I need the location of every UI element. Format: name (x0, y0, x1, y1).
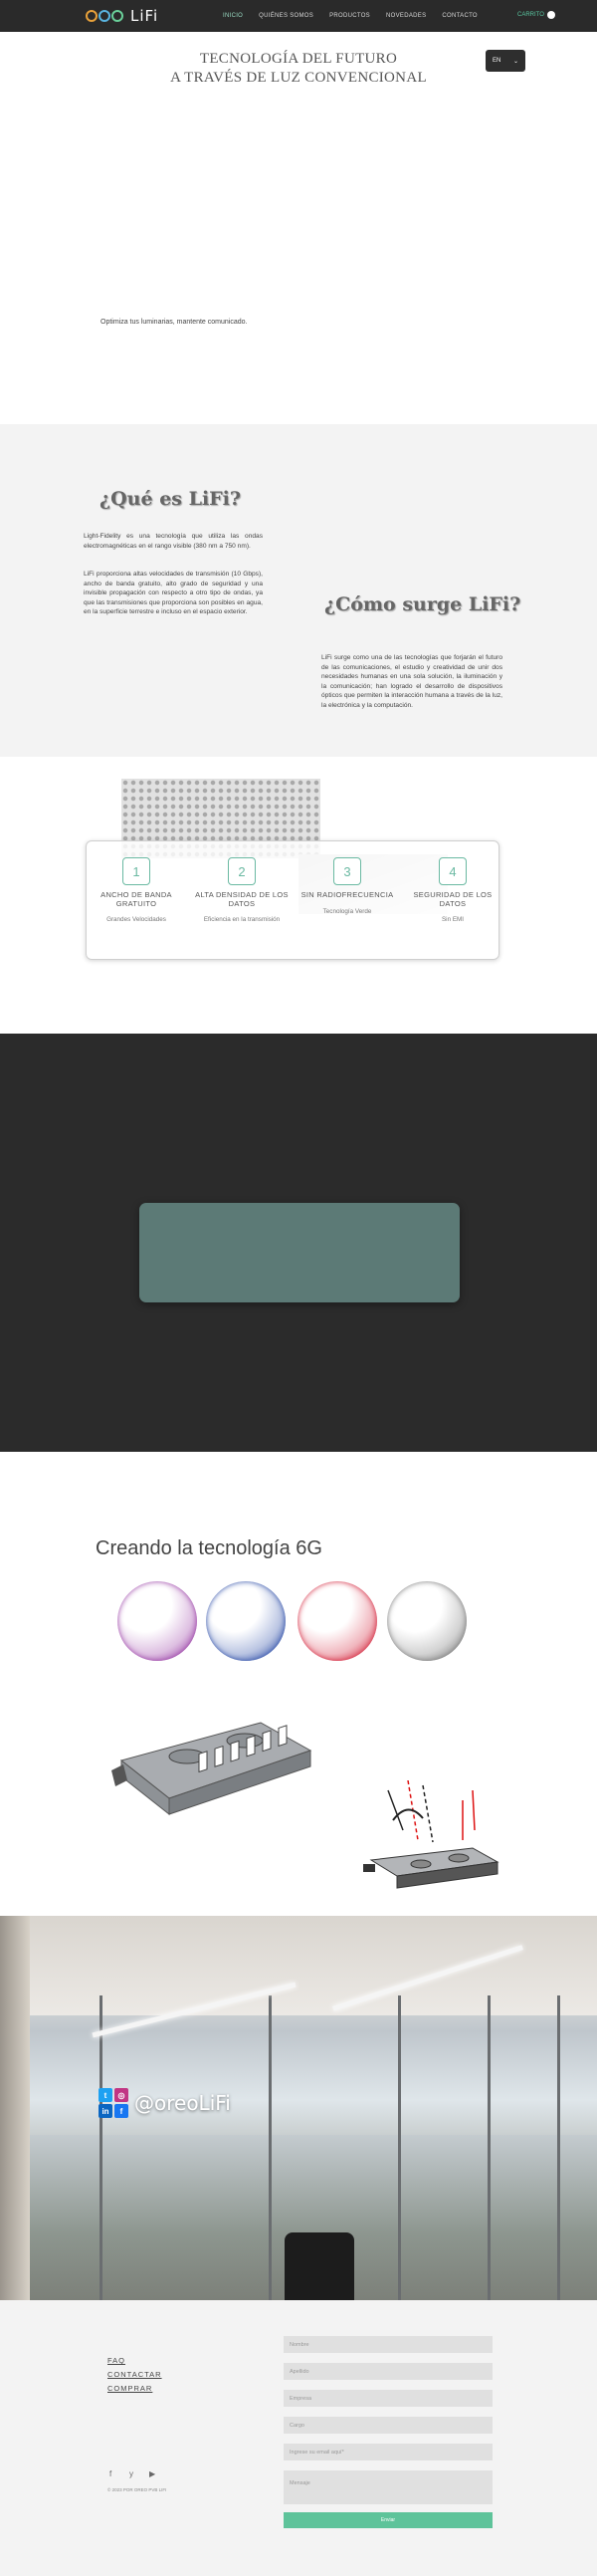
language-selected: EN (493, 58, 501, 64)
language-selector[interactable]: EN ⌄ (486, 50, 525, 72)
window-frame (269, 1995, 272, 2300)
cart-badge-icon (546, 11, 555, 19)
what-paragraph-2: LiFi proporciona altas velocidades de tr… (84, 571, 263, 616)
logo-text: LiFi (130, 7, 159, 25)
feature-desc: Sin EMI (441, 916, 465, 923)
window-frame (557, 1995, 560, 2300)
red-sphere-image (298, 1581, 377, 1661)
hero-subtitle: Optimiza tus luminarias, mantente comuni… (100, 319, 248, 326)
sixg-title: Creando la tecnología 6G (96, 1537, 322, 1559)
logo[interactable]: LiFi (86, 6, 158, 26)
blue-sphere-image (206, 1581, 286, 1661)
feature-number-badge: 2 (228, 857, 256, 885)
window-frame (488, 1995, 491, 2300)
what-paragraph-1: Light-Fidelity es una tecnología que uti… (84, 533, 263, 550)
how-heading: ¿Cómo surge LiFi? (324, 593, 521, 615)
apellido-field[interactable] (284, 2363, 493, 2380)
site-header: LiFi INICIO QUIÉNES SOMOS PRODUCTOS NOVE… (0, 0, 597, 32)
features-card: 1 ANCHO DE BANDA GRATUITO Grandes Veloci… (86, 840, 499, 960)
feature-item: 2 ALTA DENSIDAD DE LOS DATOS Eficiencia … (192, 857, 292, 923)
nav-item-novedades[interactable]: NOVEDADES (386, 13, 426, 19)
chevron-down-icon: ⌄ (512, 58, 518, 65)
twitter-icon[interactable]: t (99, 2088, 112, 2102)
facebook-icon[interactable]: f (114, 2104, 128, 2118)
instagram-icon[interactable]: ◎ (114, 2088, 128, 2102)
office-chair (285, 2232, 354, 2300)
feature-number-badge: 1 (122, 857, 150, 885)
feature-number-badge: 4 (439, 857, 467, 885)
how-paragraph: LiFi surge como una de las tecnologías q… (321, 654, 502, 709)
feature-number-badge: 3 (333, 857, 361, 885)
features-section: 1 ANCHO DE BANDA GRATUITO Grandes Veloci… (0, 757, 597, 1034)
social-handle: @oreoLiFi (134, 2091, 231, 2115)
nav-item-inicio[interactable]: INICIO (223, 13, 243, 19)
youtube-icon[interactable]: ▶ (149, 2469, 155, 2478)
hero-section: TECNOLOGÍA DEL FUTURO A TRAVÉS DE LUZ CO… (0, 32, 597, 424)
mensaje-field[interactable] (284, 2470, 493, 2504)
facebook-icon[interactable]: f (109, 2469, 111, 2478)
office-photo: t ◎ in f @oreoLiFi (0, 1916, 597, 2300)
hero-title-line1: TECNOLOGÍA DEL FUTURO (199, 51, 398, 67)
sixg-section: Creando la tecnología 6G (0, 1452, 597, 1916)
footer-link-faq[interactable]: FAQ (107, 2356, 125, 2365)
feature-item: 1 ANCHO DE BANDA GRATUITO Grandes Veloci… (87, 857, 186, 923)
hero-title-line2: A TRAVÉS DE LUZ CONVENCIONAL (170, 70, 427, 86)
silver-sphere-image (387, 1581, 467, 1661)
feature-title: ALTA DENSIDAD DE LOS DATOS (195, 890, 289, 908)
what-heading: ¿Qué es LiFi? (100, 488, 242, 510)
feature-desc: Tecnología Verde (322, 907, 372, 915)
logo-ring-icon (86, 10, 98, 22)
window-frame (398, 1995, 401, 2300)
nav-item-quienes-somos[interactable]: QUIÉNES SOMOS (259, 13, 313, 19)
feature-desc: Eficiencia en la transmisión (203, 916, 281, 923)
main-nav: INICIO QUIÉNES SOMOS PRODUCTOS NOVEDADES… (223, 0, 494, 32)
cart-label: CARRITO (517, 12, 544, 18)
teal-panel (139, 1203, 460, 1302)
email-field[interactable] (284, 2444, 493, 2460)
twitter-icon[interactable]: y (129, 2469, 133, 2478)
dark-section (0, 1034, 597, 1452)
linkedin-icon[interactable]: in (99, 2104, 112, 2118)
site-footer: FAQ CONTACTAR COMPRAR f y ▶ © 2023 POR O… (0, 2300, 597, 2576)
footer-link-contactar[interactable]: CONTACTAR (107, 2370, 162, 2379)
footer-link-comprar[interactable]: COMPRAR (107, 2384, 152, 2393)
cargo-field[interactable] (284, 2417, 493, 2434)
purple-sphere-image (117, 1581, 197, 1661)
hero-title: TECNOLOGÍA DEL FUTURO A TRAVÉS DE LUZ CO… (100, 50, 498, 88)
nav-item-contacto[interactable]: CONTACTO (442, 13, 478, 19)
feature-title: SEGURIDAD DE LOS DATOS (413, 890, 493, 908)
lifi-dongle-image (111, 1722, 312, 1816)
window-frame (100, 1995, 102, 2300)
what-is-lifi-section: ¿Qué es LiFi? Light-Fidelity es una tecn… (0, 424, 597, 757)
empresa-field[interactable] (284, 2390, 493, 2407)
feature-title: SIN RADIOFRECUENCIA (300, 890, 394, 899)
feature-title: ANCHO DE BANDA GRATUITO (100, 890, 172, 908)
feature-desc: Grandes Velocidades (106, 916, 166, 923)
logo-ring-icon (111, 10, 123, 22)
nombre-field[interactable] (284, 2336, 493, 2353)
lifi-signal-diagram (363, 1780, 499, 1889)
social-handle-block: t ◎ in f @oreoLiFi (98, 2087, 231, 2119)
nav-item-productos[interactable]: PRODUCTOS (329, 13, 370, 19)
interior-wall (0, 1916, 30, 2300)
feature-item: 4 SEGURIDAD DE LOS DATOS Sin EMI (403, 857, 502, 923)
cart-button[interactable]: CARRITO (517, 11, 555, 19)
copyright: © 2023 POR OREO PVB LIFI (107, 2487, 167, 2492)
feature-item: 3 SIN RADIOFRECUENCIA Tecnología Verde (298, 857, 397, 915)
send-button[interactable]: Enviar (284, 2512, 493, 2528)
logo-ring-icon (99, 10, 110, 22)
ceiling (0, 1916, 597, 2015)
